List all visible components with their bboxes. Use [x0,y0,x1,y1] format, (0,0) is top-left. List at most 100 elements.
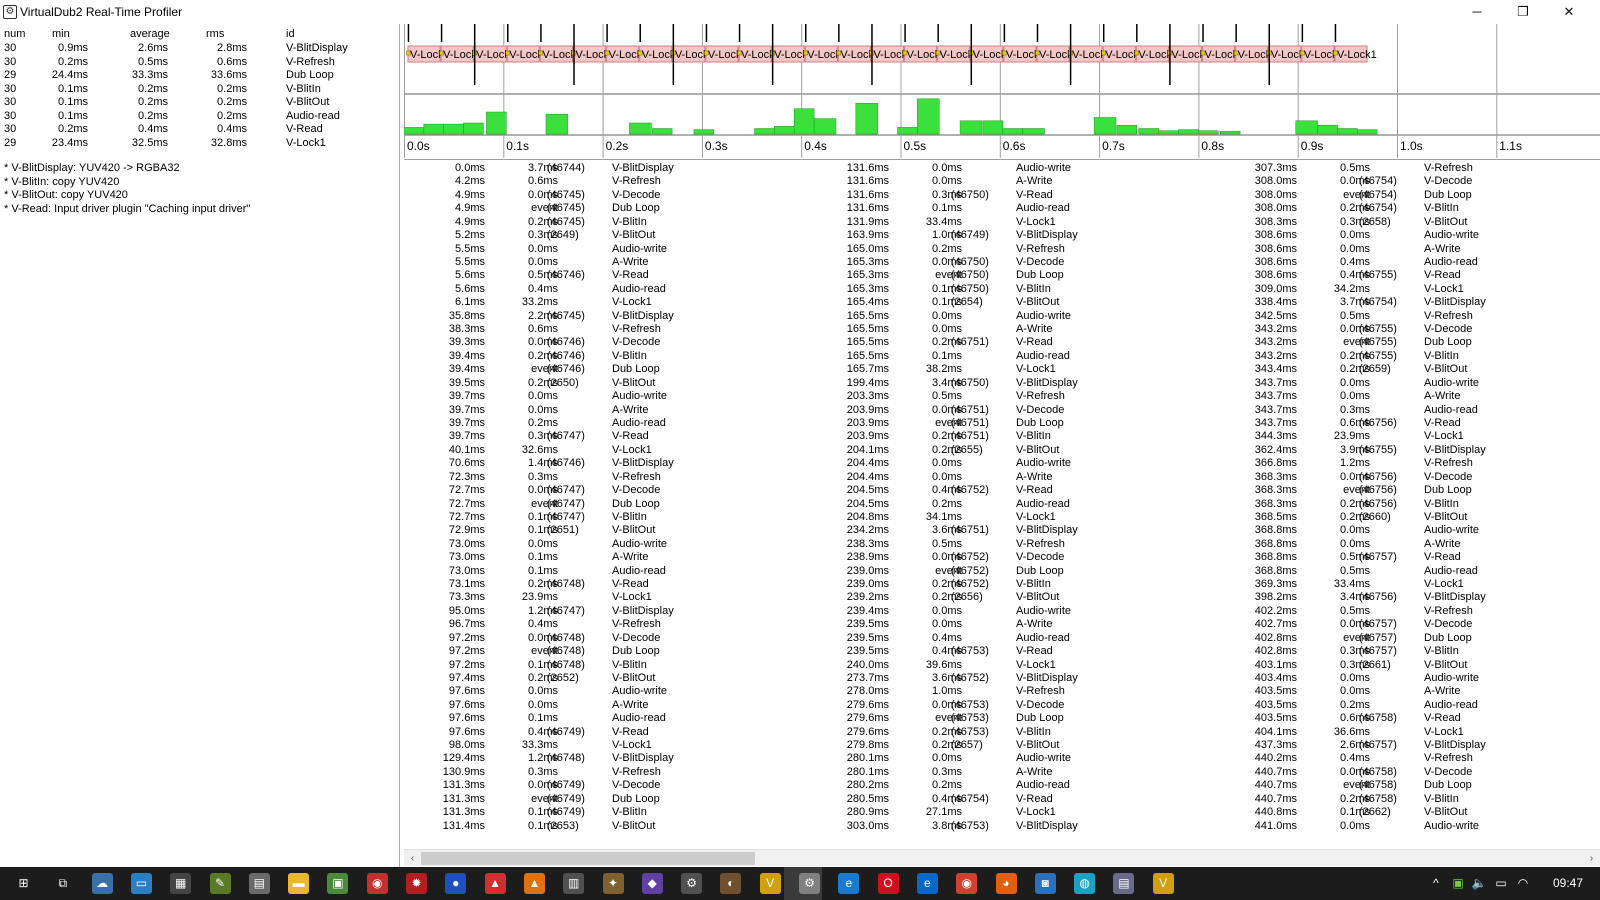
log-entry[interactable]: 204.4ms 0.0ms A-Write [808,471,1208,485]
log-entry[interactable]: 40.1ms 32.6ms V-Lock1 [404,444,804,458]
log-entry[interactable]: 165.5ms 0.1ms Audio-read [808,350,1208,364]
start-icon[interactable]: ⊞ [13,873,34,894]
log-entry[interactable]: 343.7ms 0.3ms Audio-read [1216,404,1600,418]
log-entry[interactable]: 39.7ms 0.2ms Audio-read [404,417,804,431]
network-app-icon[interactable]: ☁ [91,873,113,894]
log-entry[interactable]: 366.8ms 1.2ms V-Refresh [1216,457,1600,471]
log-entry[interactable]: 97.4ms 0.2ms (2652) V-BlitOut [404,672,804,686]
log-entry[interactable]: 403.5ms 0.0ms A-Write [1216,685,1600,699]
log-entry[interactable]: 343.2ms event (46755) Dub Loop [1216,336,1600,350]
log-entry[interactable]: 97.6ms 0.0ms A-Write [404,699,804,713]
log-entry[interactable]: 403.1ms 0.3ms (2661) V-BlitOut [1216,659,1600,673]
log-entry[interactable]: 97.6ms 0.1ms Audio-read [404,712,804,726]
log-entry[interactable]: 343.7ms 0.0ms Audio-write [1216,377,1600,391]
log-entry[interactable]: 97.2ms 0.1ms (46748) V-BlitIn [404,659,804,673]
log-entry[interactable]: 240.0ms 39.6ms V-Lock1 [808,659,1208,673]
tool-app-icon[interactable]: ⚙ [681,873,703,894]
log-entry[interactable]: 308.3ms 0.3ms (2658) V-BlitOut [1216,216,1600,230]
log-entry[interactable]: 39.4ms event (46746) Dub Loop [404,363,804,377]
log-entry[interactable]: 368.3ms event (46756) Dub Loop [1216,484,1600,498]
log-entry[interactable]: 203.9ms event (46751) Dub Loop [808,417,1208,431]
log-entry[interactable]: 5.6ms 0.5ms (46746) V-Read [404,269,804,283]
log-entry[interactable]: 39.7ms 0.0ms Audio-write [404,390,804,404]
timeline-chart[interactable]: V-Lock1V-Lock1V-Lock1V-Lock1V-Lock1V-Loc… [404,24,1600,158]
firefox-icon[interactable]: ◕ [995,873,1017,894]
log-entry[interactable]: 368.8ms 0.0ms A-Write [1216,538,1600,552]
maximize-button[interactable]: ❐ [1500,0,1546,24]
log-entry[interactable]: 303.0ms 3.8ms (46753) V-BlitDisplay [808,820,1208,834]
log-entry[interactable]: 4.9ms event (46745) Dub Loop [404,202,804,216]
log-entry[interactable]: 368.3ms 0.0ms (46756) V-Decode [1216,471,1600,485]
close-button[interactable]: ✕ [1546,0,1592,24]
film-app-icon[interactable]: ▥ [563,873,585,894]
log-entry[interactable]: 279.6ms 0.2ms (46753) V-BlitIn [808,726,1208,740]
scroll-left-arrow-icon[interactable]: ‹ [404,850,421,867]
log-entry[interactable]: 5.5ms 0.0ms A-Write [404,256,804,270]
battery-icon[interactable]: ▭ [1492,867,1510,900]
log-entry[interactable]: 343.2ms 0.2ms (46755) V-BlitIn [1216,350,1600,364]
log-entry[interactable]: 308.0ms event (46754) Dub Loop [1216,189,1600,203]
log-entry[interactable]: 308.0ms 0.0ms (46754) V-Decode [1216,175,1600,189]
log-entry[interactable]: 72.7ms 0.0ms (46747) V-Decode [404,484,804,498]
log-entry[interactable]: 343.7ms 0.6ms (46756) V-Read [1216,417,1600,431]
stats-row[interactable]: 30 0.2ms 0.5ms 0.6ms V-Refresh [0,56,400,70]
scroll-thumb[interactable] [421,852,755,865]
tray-chevron-icon[interactable]: ^ [1428,867,1444,900]
log-entry[interactable]: 440.7ms 0.2ms (46758) V-BlitIn [1216,793,1600,807]
globe-app-icon[interactable]: ◍ [1074,873,1096,894]
log-entry[interactable]: 402.8ms event (46757) Dub Loop [1216,632,1600,646]
log-entry[interactable]: 402.2ms 0.5ms V-Refresh [1216,605,1600,619]
log-entry[interactable]: 204.5ms 0.4ms (46752) V-Read [808,484,1208,498]
paint-icon[interactable]: ✎ [209,873,231,894]
log-entry[interactable]: 0.0ms 3.7ms (46744) V-BlitDisplay [404,162,804,176]
calculator-icon[interactable]: ▦ [170,873,192,894]
monitor-app-icon[interactable]: ▭ [130,873,152,894]
log-entry[interactable]: 38.3ms 0.6ms V-Refresh [404,323,804,337]
log-entry[interactable]: 343.7ms 0.0ms A-Write [1216,390,1600,404]
log-entry[interactable]: 239.5ms 0.4ms Audio-read [808,632,1208,646]
log-entry[interactable]: 165.4ms 0.1ms (2654) V-BlitOut [808,296,1208,310]
log-entry[interactable]: 343.2ms 0.0ms (46755) V-Decode [1216,323,1600,337]
log-entry[interactable]: 97.6ms 0.4ms (46749) V-Read [404,726,804,740]
log-entry[interactable]: 203.3ms 0.5ms V-Refresh [808,390,1208,404]
log-entry[interactable]: 199.4ms 3.4ms (46750) V-BlitDisplay [808,377,1208,391]
log-entry[interactable]: 368.3ms 0.2ms (46756) V-BlitIn [1216,498,1600,512]
log-entry[interactable]: 5.5ms 0.0ms Audio-write [404,243,804,257]
log-entry[interactable]: 239.4ms 0.0ms Audio-write [808,605,1208,619]
log-entry[interactable]: 4.2ms 0.6ms V-Refresh [404,175,804,189]
log-entry[interactable]: 70.6ms 1.4ms (46746) V-BlitDisplay [404,457,804,471]
log-entry[interactable]: 239.0ms event (46752) Dub Loop [808,565,1208,579]
log-entry[interactable]: 165.5ms 0.0ms Audio-write [808,310,1208,324]
log-entry[interactable]: 278.0ms 1.0ms V-Refresh [808,685,1208,699]
log-entry[interactable]: 39.7ms 0.3ms (46747) V-Read [404,430,804,444]
log-entry[interactable]: 238.9ms 0.0ms (46752) V-Decode [808,551,1208,565]
log-entry[interactable]: 131.6ms 0.1ms Audio-read [808,202,1208,216]
log-entry[interactable]: 280.1ms 0.3ms A-Write [808,766,1208,780]
log-entry[interactable]: 39.7ms 0.0ms A-Write [404,404,804,418]
log-entry[interactable]: 131.3ms 0.1ms (46749) V-BlitIn [404,806,804,820]
log-entry[interactable]: 73.3ms 23.9ms V-Lock1 [404,591,804,605]
log-entry[interactable]: 72.7ms 0.1ms (46747) V-BlitIn [404,511,804,525]
log-entry[interactable]: 204.4ms 0.0ms Audio-write [808,457,1208,471]
minimize-button[interactable]: ─ [1454,0,1500,24]
log-entry[interactable]: 131.6ms 0.0ms Audio-write [808,162,1208,176]
log-entry[interactable]: 440.7ms 0.0ms (46758) V-Decode [1216,766,1600,780]
log-entry[interactable]: 73.1ms 0.2ms (46748) V-Read [404,578,804,592]
ie-browser-icon[interactable]: e [838,873,860,894]
virtualdub-icon[interactable]: V [759,873,781,894]
log-entry[interactable]: 403.5ms 0.2ms Audio-read [1216,699,1600,713]
log-entry[interactable]: 165.3ms event (46750) Dub Loop [808,269,1208,283]
log-entry[interactable]: 440.2ms 0.4ms V-Refresh [1216,752,1600,766]
log-entry[interactable]: 239.2ms 0.2ms (2656) V-BlitOut [808,591,1208,605]
column-header-min[interactable]: min [52,28,70,41]
log-entry[interactable]: 130.9ms 0.3ms V-Refresh [404,766,804,780]
log-entry[interactable]: 362.4ms 3.9ms (46755) V-BlitDisplay [1216,444,1600,458]
log-entry[interactable]: 73.0ms 0.1ms A-Write [404,551,804,565]
virtualdub2-icon[interactable]: V [1152,873,1174,894]
log-entry[interactable]: 279.6ms 0.0ms (46753) V-Decode [808,699,1208,713]
log-entry[interactable]: 129.4ms 1.2ms (46748) V-BlitDisplay [404,752,804,766]
clock[interactable]: 09:47 [1553,867,1583,900]
log-entry[interactable]: 4.9ms 0.0ms (46745) V-Decode [404,189,804,203]
log-entry[interactable]: 280.5ms 0.4ms (46754) V-Read [808,793,1208,807]
log-entry[interactable]: 369.3ms 33.4ms V-Lock1 [1216,578,1600,592]
